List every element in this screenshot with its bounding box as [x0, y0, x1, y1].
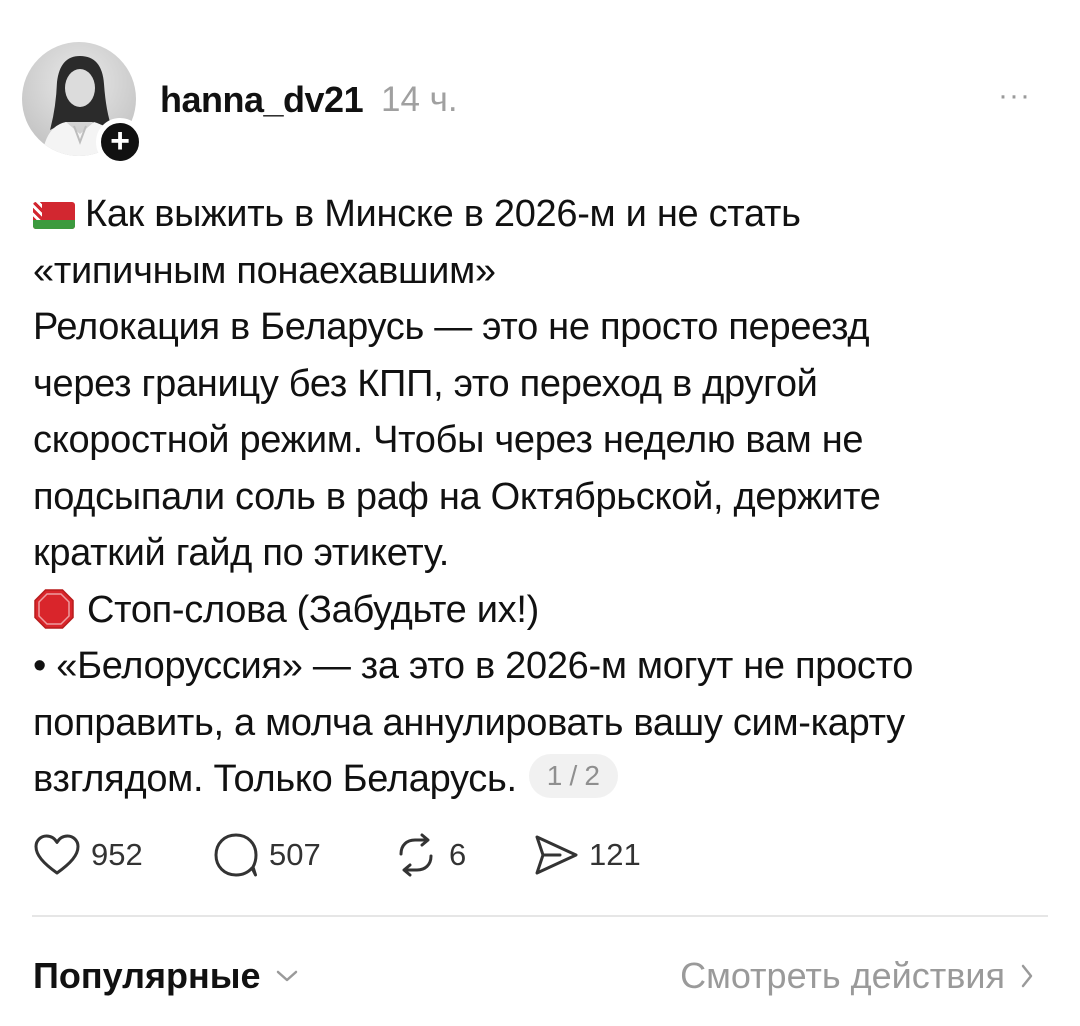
- post-text: Как выжить в Минске в 2026-м и не стать …: [33, 186, 1043, 808]
- post-line: через границу без КПП, это переход в дру…: [33, 362, 818, 405]
- post-line: Релокация в Беларусь — это не просто пер…: [33, 306, 870, 348]
- belarus-flag-icon: [33, 202, 75, 229]
- heart-icon: [34, 834, 80, 875]
- divider: [32, 915, 1048, 917]
- post-title-line-1: Как выжить в Минске в 2026-м и не стать: [85, 193, 801, 235]
- post-line: Стоп-слова (Забудьте их!): [33, 582, 1043, 639]
- post-line: Как выжить в Минске в 2026-м и не стать: [33, 186, 1043, 243]
- post-line: поправить, а молча аннулировать вашу сим…: [33, 701, 905, 744]
- post-line: скоростной режим. Чтобы через неделю вам…: [33, 419, 864, 461]
- post-line: • «Белоруссия» — за это в 2026-м могут н…: [33, 645, 914, 687]
- comment-icon: [214, 833, 258, 877]
- section-heading: Стоп-слова (Забудьте их!): [87, 588, 539, 631]
- share-count: 121: [589, 837, 641, 872]
- post-actions: 952 507 6 121: [33, 831, 733, 879]
- page-indicator[interactable]: 1 / 2: [528, 754, 618, 798]
- username[interactable]: hanna_dv21: [160, 79, 364, 121]
- comment-button[interactable]: 507: [213, 831, 321, 879]
- send-icon: [535, 835, 578, 875]
- repost-icon: [399, 833, 433, 877]
- comment-count: 507: [269, 837, 321, 872]
- like-count: 952: [91, 837, 143, 872]
- repost-button[interactable]: 6: [393, 831, 466, 879]
- like-button[interactable]: 952: [33, 831, 143, 879]
- view-activity-label: Смотреть действия: [680, 955, 1005, 996]
- post-line: взглядом. Только Беларусь. 1 / 2: [33, 751, 1043, 808]
- post-line: «типичным понаехавшим»: [33, 249, 496, 292]
- post-line: подсыпали соль в раф на Октябрьской, дер…: [33, 475, 881, 518]
- more-options-icon[interactable]: ···: [998, 81, 1038, 111]
- chevron-right-icon: [1021, 964, 1033, 988]
- sort-label: Популярные: [33, 955, 261, 996]
- sort-dropdown[interactable]: Популярные: [33, 955, 299, 997]
- post-time: 14 ч.: [381, 80, 458, 119]
- post-line: краткий гайд по этикету.: [33, 532, 449, 574]
- repost-count: 6: [449, 837, 467, 872]
- post-last-line: взглядом. Только Беларусь.: [33, 758, 517, 800]
- follow-plus-button[interactable]: +: [96, 118, 144, 166]
- share-button[interactable]: 121: [533, 831, 641, 879]
- stop-sign-icon: [34, 588, 74, 629]
- chevron-down-icon: [276, 970, 297, 982]
- thread-post: + hanna_dv21 14 ч. ··· Как выжить в Минс…: [0, 0, 1080, 1026]
- view-activity-link[interactable]: Смотреть действия: [680, 955, 1035, 997]
